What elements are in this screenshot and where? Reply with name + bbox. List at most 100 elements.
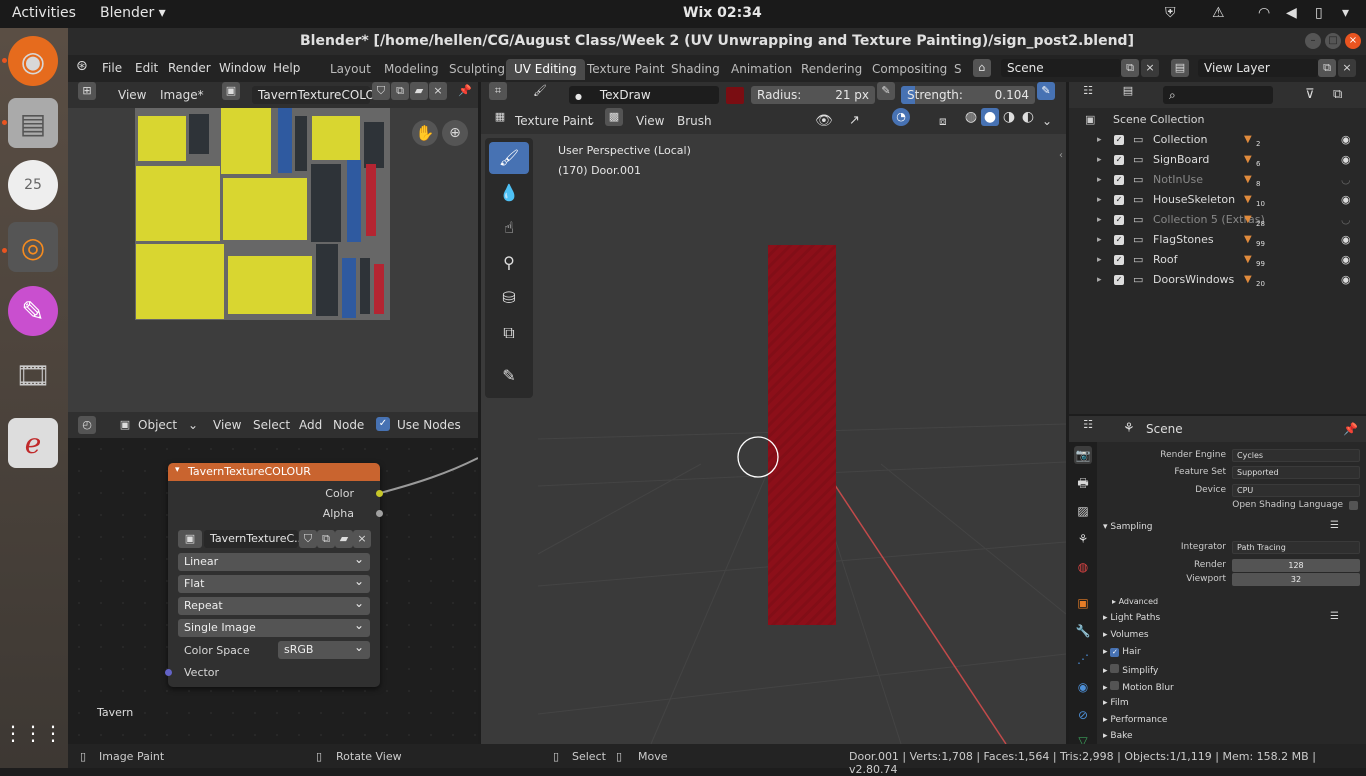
exclude-checkbox[interactable]: ✓	[1114, 275, 1124, 285]
activities-button[interactable]: Activities	[12, 5, 76, 21]
tab-sculpting[interactable]: Sculpting	[441, 59, 513, 80]
view-layer-tab-icon[interactable]: ▨	[1074, 502, 1092, 520]
network-icon[interactable]: ⚠	[1212, 5, 1225, 21]
node-new-image-icon[interactable]: ⧉	[317, 530, 335, 548]
use-nodes-checkbox[interactable]: ✓	[376, 417, 390, 431]
outliner-row[interactable]: ▸ ✓ ▭ Roof ▼ 99 ◉	[1069, 250, 1366, 270]
open-image-icon[interactable]: ▰	[410, 82, 428, 100]
wireframe-shading-icon[interactable]: ◍	[962, 108, 980, 126]
node-open-image-icon[interactable]: ▰	[335, 530, 353, 548]
outliner-row[interactable]: ▸ ✓ ▭ DoorsWindows ▼ 20 ◉	[1069, 270, 1366, 290]
feature-set-dropdown[interactable]: Supported	[1232, 466, 1360, 479]
constraints-tab-icon[interactable]: ⊘	[1074, 706, 1092, 724]
mask-tool-icon[interactable]: ⧉	[489, 317, 529, 349]
outliner-search-input[interactable]: ⌕	[1163, 86, 1273, 104]
brush-selector[interactable]: ● TexDraw	[569, 86, 719, 104]
sampling-section[interactable]: ▾ Sampling	[1103, 522, 1153, 532]
strength-field[interactable]: Strength: 0.104	[901, 86, 1035, 104]
outliner-row[interactable]: ▸ ✓ ▭ FlagStones ▼ 99 ◉	[1069, 230, 1366, 250]
node-image-field[interactable]: TavernTextureC...	[204, 530, 305, 548]
chevron-down-icon[interactable]: ⌄	[586, 112, 596, 130]
menu-help[interactable]: Help	[273, 61, 300, 75]
collapse-icon[interactable]: ▾	[175, 465, 180, 475]
blender-icon[interactable]: ◎	[8, 222, 58, 272]
files-icon[interactable]: ▤	[8, 98, 58, 148]
scene-name-field[interactable]: Scene	[1001, 59, 1121, 77]
close-button[interactable]: ×	[1345, 33, 1361, 49]
exclude-checkbox[interactable]: ✓	[1114, 135, 1124, 145]
power-menu-icon[interactable]: ▾	[1342, 5, 1349, 21]
expand-arrow-icon[interactable]: ▸	[1097, 230, 1102, 250]
node-view-menu[interactable]: View	[213, 416, 241, 434]
solid-shading-icon[interactable]: ●	[981, 108, 999, 126]
image-editor-area[interactable]: ✋ ⊕	[68, 108, 478, 412]
image-name-field[interactable]: TavernTextureCOLO...	[252, 86, 386, 104]
scene-collection-row[interactable]: ▣ Scene Collection	[1069, 110, 1366, 130]
expand-arrow-icon[interactable]: ▸	[1097, 170, 1102, 190]
render-tab-icon[interactable]: 📷	[1074, 446, 1092, 464]
video-editor-icon[interactable]: 🎞	[8, 350, 58, 400]
visibility-eye-icon[interactable]: ◉	[1341, 130, 1351, 150]
new-scene-icon[interactable]: ⧉	[1121, 59, 1139, 77]
tab-modeling[interactable]: Modeling	[376, 59, 447, 80]
scene-tab-icon[interactable]: ⚘	[1074, 530, 1092, 548]
material-shading-icon[interactable]: ◑	[1000, 108, 1018, 126]
visibility-eye-icon[interactable]: ◡	[1341, 170, 1351, 190]
shield-icon[interactable]: ⛨	[1165, 5, 1176, 21]
visibility-eye-icon[interactable]: ◉	[1341, 190, 1351, 210]
unlink-image-icon[interactable]: ×	[429, 82, 447, 100]
paint-color-swatch[interactable]	[726, 87, 744, 104]
node-add-menu[interactable]: Add	[299, 416, 322, 434]
new-collection-icon[interactable]: ⧉	[1333, 86, 1342, 104]
visibility-icon[interactable]: 👁	[815, 112, 833, 130]
blender-logo-icon[interactable]: ⊛	[76, 58, 88, 74]
tab-uv-editing[interactable]: UV Editing	[506, 59, 585, 80]
filter-icon[interactable]: ⊽	[1305, 86, 1315, 104]
presets-icon[interactable]: ☰	[1330, 520, 1339, 531]
object-tab-icon[interactable]: ▣	[1074, 594, 1092, 612]
menu-window[interactable]: Window	[219, 61, 266, 75]
battery-icon[interactable]: ▯	[1315, 5, 1323, 21]
visibility-eye-icon[interactable]: ◡	[1341, 210, 1351, 230]
mode-dropdown[interactable]: Texture Paint	[515, 112, 592, 130]
source-dropdown[interactable]: Single Image	[178, 616, 370, 637]
zoom-icon[interactable]: ⊕	[442, 120, 468, 146]
uv-texture-image[interactable]	[68, 108, 478, 412]
pin-icon[interactable]: 📌	[1343, 420, 1358, 438]
object-mode-icon[interactable]: ▣	[116, 416, 134, 434]
exclude-checkbox[interactable]: ✓	[1114, 175, 1124, 185]
node-select-menu[interactable]: Select	[253, 416, 290, 434]
expand-arrow-icon[interactable]: ▸	[1097, 190, 1102, 210]
viewport-editor-type-icon[interactable]: ⌗	[489, 82, 507, 100]
color-socket[interactable]	[376, 490, 383, 497]
view-layer-field[interactable]: View Layer	[1198, 59, 1318, 77]
texture-paint-mode-icon[interactable]: ▦	[491, 108, 509, 126]
interpolation-dropdown[interactable]: Linear	[178, 550, 370, 571]
timer-icon[interactable]: 25	[8, 160, 58, 210]
node-unlink-icon[interactable]: ×	[353, 530, 371, 548]
pin-icon[interactable]: 📌	[456, 82, 474, 100]
expand-arrow-icon[interactable]: ▸	[1097, 270, 1102, 290]
outliner-row[interactable]: ▸ ✓ ▭ Collection ▼ 2 ◉	[1069, 130, 1366, 150]
wifi-icon[interactable]: ◠	[1258, 5, 1270, 21]
display-mode-icon[interactable]: ▤	[1119, 82, 1137, 100]
overlay-icon[interactable]: ◔	[892, 108, 910, 126]
visibility-eye-icon[interactable]: ◉	[1341, 270, 1351, 290]
node-menu[interactable]: Node	[333, 416, 364, 434]
simplify-checkbox[interactable]	[1110, 664, 1120, 673]
delete-view-layer-icon[interactable]: ×	[1338, 59, 1356, 77]
image-browse-icon[interactable]: ▣	[222, 82, 240, 100]
outliner-row[interactable]: ▸ ✓ ▭ Collection 5 (Extras) ▼ 28 ◡	[1069, 210, 1366, 230]
image-view-menu[interactable]: View	[118, 86, 146, 104]
motion-blur-checkbox[interactable]	[1110, 681, 1120, 690]
app-menu[interactable]: Blender ▾	[100, 5, 166, 21]
outliner-editor-type-icon[interactable]: ☷	[1079, 82, 1097, 100]
performance-section[interactable]: ▸ Performance	[1103, 715, 1167, 725]
expand-arrow-icon[interactable]: ▸	[1097, 210, 1102, 230]
visibility-eye-icon[interactable]: ◉	[1341, 150, 1351, 170]
volumes-section[interactable]: ▸ Volumes	[1103, 630, 1149, 640]
minimize-button[interactable]: –	[1305, 33, 1321, 49]
maximize-button[interactable]: □	[1325, 33, 1341, 49]
tab-rendering[interactable]: Rendering	[793, 59, 870, 80]
gizmo-icon[interactable]: ↗	[849, 112, 860, 130]
